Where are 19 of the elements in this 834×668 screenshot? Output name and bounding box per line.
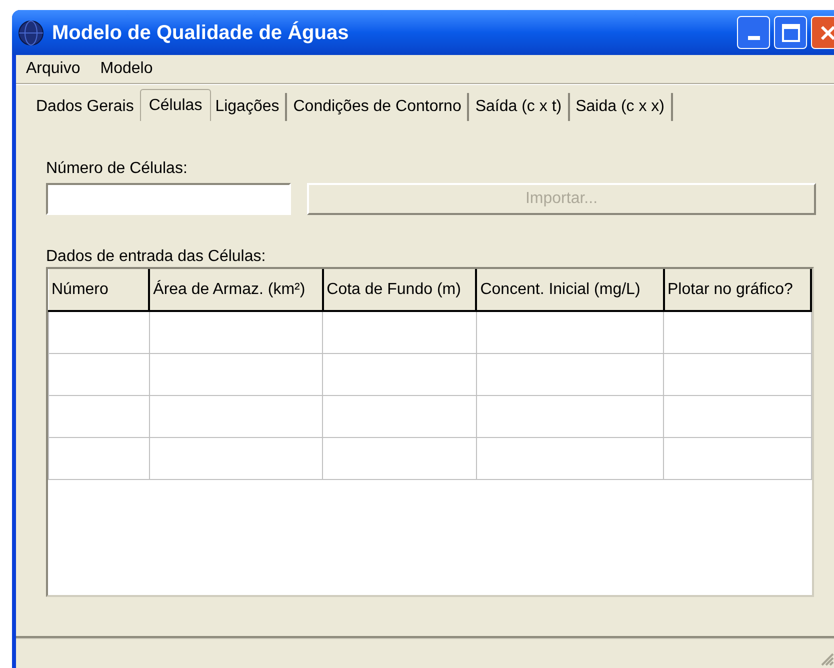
menu-item[interactable]: Modelo xyxy=(100,57,153,81)
table-title: Dados de entrada das Células: xyxy=(46,247,267,267)
column-header: Cota de Fundo (m) xyxy=(322,269,476,311)
column-header: Número xyxy=(48,269,150,311)
column-header: Área de Armaz. (km²) xyxy=(149,269,323,311)
resize-grip-icon xyxy=(820,652,834,666)
column-header: Plotar no gráfico? xyxy=(664,269,811,311)
window-title: Modelo de Qualidade de Águas xyxy=(52,20,349,46)
app-globe-icon xyxy=(18,20,44,46)
tab[interactable]: Células xyxy=(140,89,212,121)
close-icon xyxy=(818,24,834,42)
menu-item[interactable]: Arquivo xyxy=(26,57,80,81)
cells-count-field[interactable] xyxy=(46,183,291,215)
minimize-button[interactable] xyxy=(737,16,770,49)
minimize-icon xyxy=(748,36,760,40)
maximize-button[interactable] xyxy=(774,16,807,49)
column-header: Concent. Inicial (mg/L) xyxy=(476,269,664,311)
field-label: Número de Células: xyxy=(46,159,188,179)
maximize-icon xyxy=(782,24,800,42)
